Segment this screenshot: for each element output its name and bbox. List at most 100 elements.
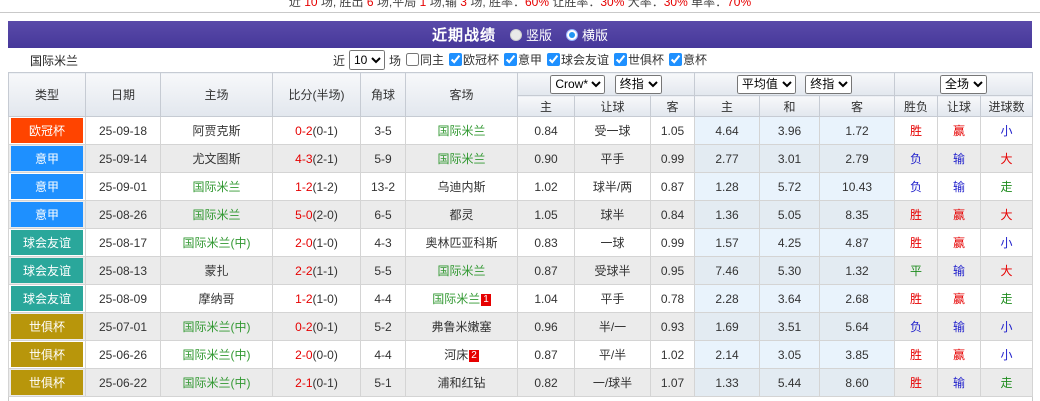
asia-handicap: 平手 (575, 285, 651, 313)
view-option-horizontal[interactable]: 横版 (566, 25, 608, 44)
home-team-name[interactable]: 尤文图斯 (192, 152, 240, 166)
away-team-name[interactable]: 国际米兰 (437, 152, 485, 166)
asia-handicap: 受球半 (575, 257, 651, 285)
sub-header-europe-draw: 和 (760, 96, 820, 117)
home-team-name[interactable]: 摩纳哥 (198, 292, 234, 306)
away-team-name[interactable]: 浦和红钻 (437, 376, 485, 390)
europe-away-odds: 8.35 (820, 201, 895, 229)
home-team-name[interactable]: 阿贾克斯 (192, 124, 240, 138)
europe-odds-header: 平均值 终指 (695, 73, 895, 96)
filter-row: 国际米兰 近 10 场 同主欧冠杯意甲球会友谊世俱杯意杯 (0, 48, 1040, 72)
text-segment: 场, 胜率： (467, 0, 525, 9)
home-team-cell: 摩纳哥 (161, 285, 273, 313)
match-count-select[interactable]: 10 (349, 50, 385, 70)
result-wdl: 负 (895, 173, 938, 201)
checkbox-input[interactable] (449, 53, 462, 66)
checkbox-input[interactable] (547, 53, 560, 66)
asia-handicap: 受一球 (575, 117, 651, 145)
checkbox-input[interactable] (669, 53, 682, 66)
home-team-name[interactable]: 国际米兰(中) (183, 236, 251, 250)
type-cell: 世俱杯 (9, 313, 86, 341)
scope-select[interactable]: 全场 (940, 75, 987, 94)
competition-badge: 球会友谊 (11, 286, 83, 311)
filter-checkbox-5[interactable]: 意杯 (669, 51, 707, 68)
checkbox-label: 意杯 (683, 51, 707, 68)
europe-average-select[interactable]: 平均值 (737, 75, 796, 94)
result-goals: 大 (981, 257, 1033, 285)
fulltime-score: 2-0 (295, 348, 312, 362)
radio-icon[interactable] (510, 29, 522, 41)
checkbox-input[interactable] (614, 53, 627, 66)
result-scope-header: 全场 (895, 73, 1033, 96)
result-handicap: 输 (938, 145, 981, 173)
competition-badge: 意甲 (11, 202, 83, 227)
away-team-cell: 国际米兰 (406, 117, 518, 145)
odds-company-select[interactable]: Crow* (550, 75, 605, 94)
away-team-name[interactable]: 河床 (444, 348, 468, 362)
score-cell: 2-0(1-0) (273, 229, 361, 257)
checkbox-input[interactable] (406, 53, 419, 66)
corner-cell: 5-1 (361, 369, 406, 397)
home-team-name[interactable]: 国际米兰(中) (183, 320, 251, 334)
col-header-away: 客场 (406, 73, 518, 117)
type-cell: 意甲 (9, 173, 86, 201)
home-team-name[interactable]: 国际米兰(中) (183, 376, 251, 390)
home-team-cell: 国际米兰 (161, 173, 273, 201)
result-handicap: 赢 (938, 117, 981, 145)
date-cell: 25-06-22 (86, 369, 161, 397)
sub-header-asia-handicap: 让球 (575, 96, 651, 117)
match-row: 球会友谊25-08-17国际米兰(中)2-0(1-0)4-3奥林匹亚科斯0.83… (9, 229, 1033, 257)
filter-checkbox-4[interactable]: 世俱杯 (614, 51, 664, 68)
sub-header-handicap-result: 让球 (938, 96, 981, 117)
away-team-name[interactable]: 弗鲁米嫩塞 (431, 320, 491, 334)
home-team-name[interactable]: 国际米兰(中) (183, 348, 251, 362)
away-team-name[interactable]: 国际米兰 (437, 124, 485, 138)
filter-checkbox-3[interactable]: 球会友谊 (547, 51, 609, 68)
radio-icon[interactable] (566, 29, 578, 41)
checkbox-input[interactable] (504, 53, 517, 66)
view-option-vertical[interactable]: 竖版 (510, 25, 552, 44)
away-team-name[interactable]: 国际米兰 (437, 264, 485, 278)
text-segment: 近 (289, 0, 304, 9)
asia-away-odds: 0.87 (651, 173, 695, 201)
text-segment: 70% (727, 0, 751, 9)
footer-summary-row: 近10场,胜6平1负3, 胜率:60% 让胜率:50% 大率:30% 单率:50… (9, 397, 1033, 401)
asia-home-odds: 0.83 (518, 229, 575, 257)
away-team-name[interactable]: 乌迪内斯 (437, 180, 485, 194)
competition-checkboxes: 同主欧冠杯意甲球会友谊世俱杯 意杯 (401, 51, 707, 69)
away-team-name[interactable]: 奥林匹亚科斯 (425, 236, 497, 250)
europe-draw-odds: 3.05 (760, 341, 820, 369)
asia-home-odds: 0.90 (518, 145, 575, 173)
corner-cell: 5-5 (361, 257, 406, 285)
home-team-name[interactable]: 国际米兰 (192, 208, 240, 222)
type-cell: 意甲 (9, 201, 86, 229)
away-team-name[interactable]: 都灵 (449, 208, 473, 222)
fulltime-score: 1-2 (295, 292, 312, 306)
asia-home-odds: 0.84 (518, 117, 575, 145)
away-team-cell: 都灵 (406, 201, 518, 229)
date-cell: 25-09-18 (86, 117, 161, 145)
red-card-badge: 2 (469, 350, 479, 362)
europe-draw-odds: 5.44 (760, 369, 820, 397)
asia-odds-time-select[interactable]: 终指 (615, 75, 662, 94)
home-team-name[interactable]: 国际米兰 (192, 180, 240, 194)
europe-odds-time-select[interactable]: 终指 (805, 75, 852, 94)
date-cell: 25-09-14 (86, 145, 161, 173)
corner-cell: 3-5 (361, 117, 406, 145)
filter-checkbox-0[interactable]: 同主 (406, 51, 444, 68)
red-card-badge: 1 (481, 294, 491, 306)
asia-home-odds: 1.05 (518, 201, 575, 229)
type-cell: 世俱杯 (9, 341, 86, 369)
match-row: 意甲25-09-14尤文图斯4-3(2-1)5-9国际米兰0.90平手0.992… (9, 145, 1033, 173)
text-segment: 3 (460, 0, 467, 9)
away-team-cell: 河床2 (406, 341, 518, 369)
filter-checkbox-2[interactable]: 意甲 (504, 51, 542, 68)
home-team-name[interactable]: 蒙扎 (204, 264, 228, 278)
away-team-name[interactable]: 国际米兰 (432, 292, 480, 306)
match-row: 世俱杯25-07-01国际米兰(中)0-2(0-1)5-2弗鲁米嫩塞0.96半/… (9, 313, 1033, 341)
corner-cell: 4-3 (361, 229, 406, 257)
fulltime-score: 2-1 (295, 376, 312, 390)
result-wdl: 胜 (895, 117, 938, 145)
filter-checkbox-1[interactable]: 欧冠杯 (449, 51, 499, 68)
asia-handicap: 一球 (575, 229, 651, 257)
